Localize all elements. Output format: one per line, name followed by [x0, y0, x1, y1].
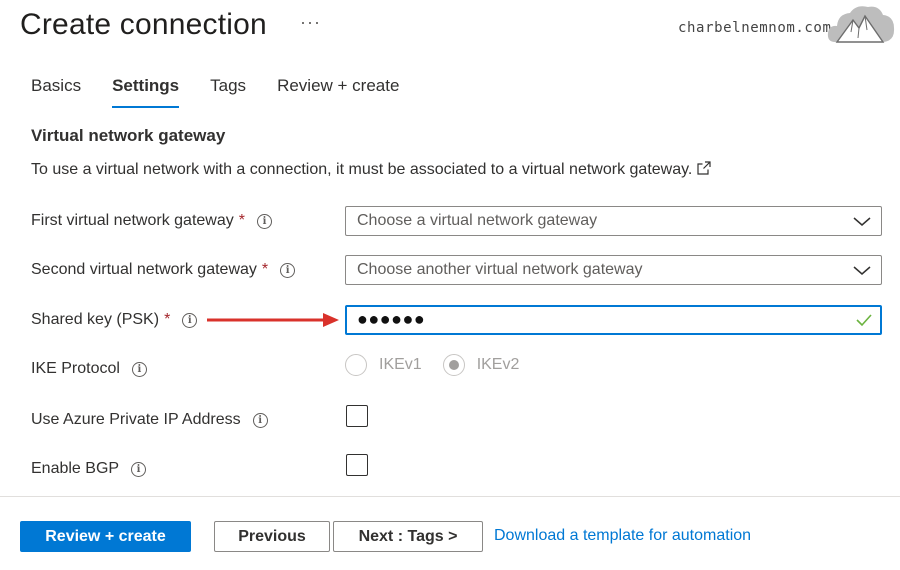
footer-divider: [0, 496, 900, 497]
bgp-label-text: Enable BGP: [31, 460, 120, 477]
radio-ikev1[interactable]: IKEv1: [345, 354, 422, 376]
info-icon[interactable]: i: [131, 461, 147, 477]
info-icon[interactable]: i: [182, 312, 198, 328]
shared-key-label: Shared key (PSK) * i: [31, 311, 198, 329]
second-gateway-placeholder: Choose another virtual network gateway: [357, 261, 643, 278]
tab-tags[interactable]: Tags: [210, 76, 246, 108]
first-gateway-label: First virtual network gateway * i: [31, 212, 272, 230]
tab-settings[interactable]: Settings: [112, 76, 180, 108]
mountain-cloud-logo: [827, 6, 895, 43]
required-marker: *: [164, 311, 171, 328]
info-icon[interactable]: i: [280, 262, 296, 278]
first-gateway-label-text: First virtual network gateway: [31, 212, 234, 229]
info-icon[interactable]: i: [252, 412, 268, 428]
second-gateway-label-text: Second virtual network gateway: [31, 261, 257, 278]
section-title: Virtual network gateway: [31, 126, 226, 145]
tab-review-create[interactable]: Review + create: [277, 76, 399, 108]
required-marker: *: [238, 212, 245, 229]
next-tags-button[interactable]: Next : Tags >: [333, 521, 483, 552]
second-gateway-label: Second virtual network gateway * i: [31, 261, 296, 279]
more-options-icon[interactable]: ···: [300, 12, 321, 33]
shared-key-label-text: Shared key (PSK): [31, 311, 160, 328]
ike-protocol-label: IKE Protocol i: [31, 360, 147, 378]
tab-basics[interactable]: Basics: [31, 76, 81, 108]
chevron-down-icon: [853, 266, 871, 275]
section-description: To use a virtual network with a connecti…: [31, 161, 711, 179]
radio-ikev1-circle[interactable]: [345, 354, 367, 376]
private-ip-checkbox[interactable]: [346, 405, 368, 427]
annotation-arrow-icon: [207, 313, 339, 327]
previous-button[interactable]: Previous: [214, 521, 330, 552]
radio-ikev2[interactable]: IKEv2: [442, 354, 520, 376]
download-template-link[interactable]: Download a template for automation: [494, 527, 751, 545]
private-ip-label: Use Azure Private IP Address i: [31, 411, 268, 429]
shared-key-value: ●●●●●●: [357, 309, 426, 329]
external-link-icon[interactable]: [697, 161, 711, 175]
first-gateway-dropdown[interactable]: Choose a virtual network gateway: [345, 206, 882, 236]
bgp-checkbox[interactable]: [346, 454, 368, 476]
bgp-label: Enable BGP i: [31, 460, 147, 478]
info-icon[interactable]: i: [131, 361, 147, 377]
required-marker: *: [261, 261, 269, 278]
page-title: Create connection: [20, 8, 267, 41]
ike-protocol-label-text: IKE Protocol: [31, 360, 120, 377]
radio-ikev2-circle[interactable]: [442, 354, 465, 376]
second-gateway-dropdown[interactable]: Choose another virtual network gateway: [345, 255, 882, 285]
chevron-down-icon: [853, 217, 871, 226]
radio-ikev1-label: IKEv1: [379, 356, 422, 373]
info-icon[interactable]: i: [256, 213, 272, 229]
checkmark-icon: [856, 314, 872, 327]
watermark-text: charbelnemnom.com: [678, 20, 832, 36]
section-description-text: To use a virtual network with a connecti…: [31, 161, 693, 178]
ike-protocol-radio-group: IKEv1 IKEv2: [345, 354, 540, 376]
private-ip-label-text: Use Azure Private IP Address: [31, 411, 241, 428]
review-create-button[interactable]: Review + create: [20, 521, 191, 552]
shared-key-input[interactable]: ●●●●●●: [345, 305, 882, 335]
tab-bar: Basics Settings Tags Review + create: [31, 76, 430, 108]
first-gateway-placeholder: Choose a virtual network gateway: [357, 212, 598, 229]
radio-ikev2-label: IKEv2: [476, 356, 520, 373]
